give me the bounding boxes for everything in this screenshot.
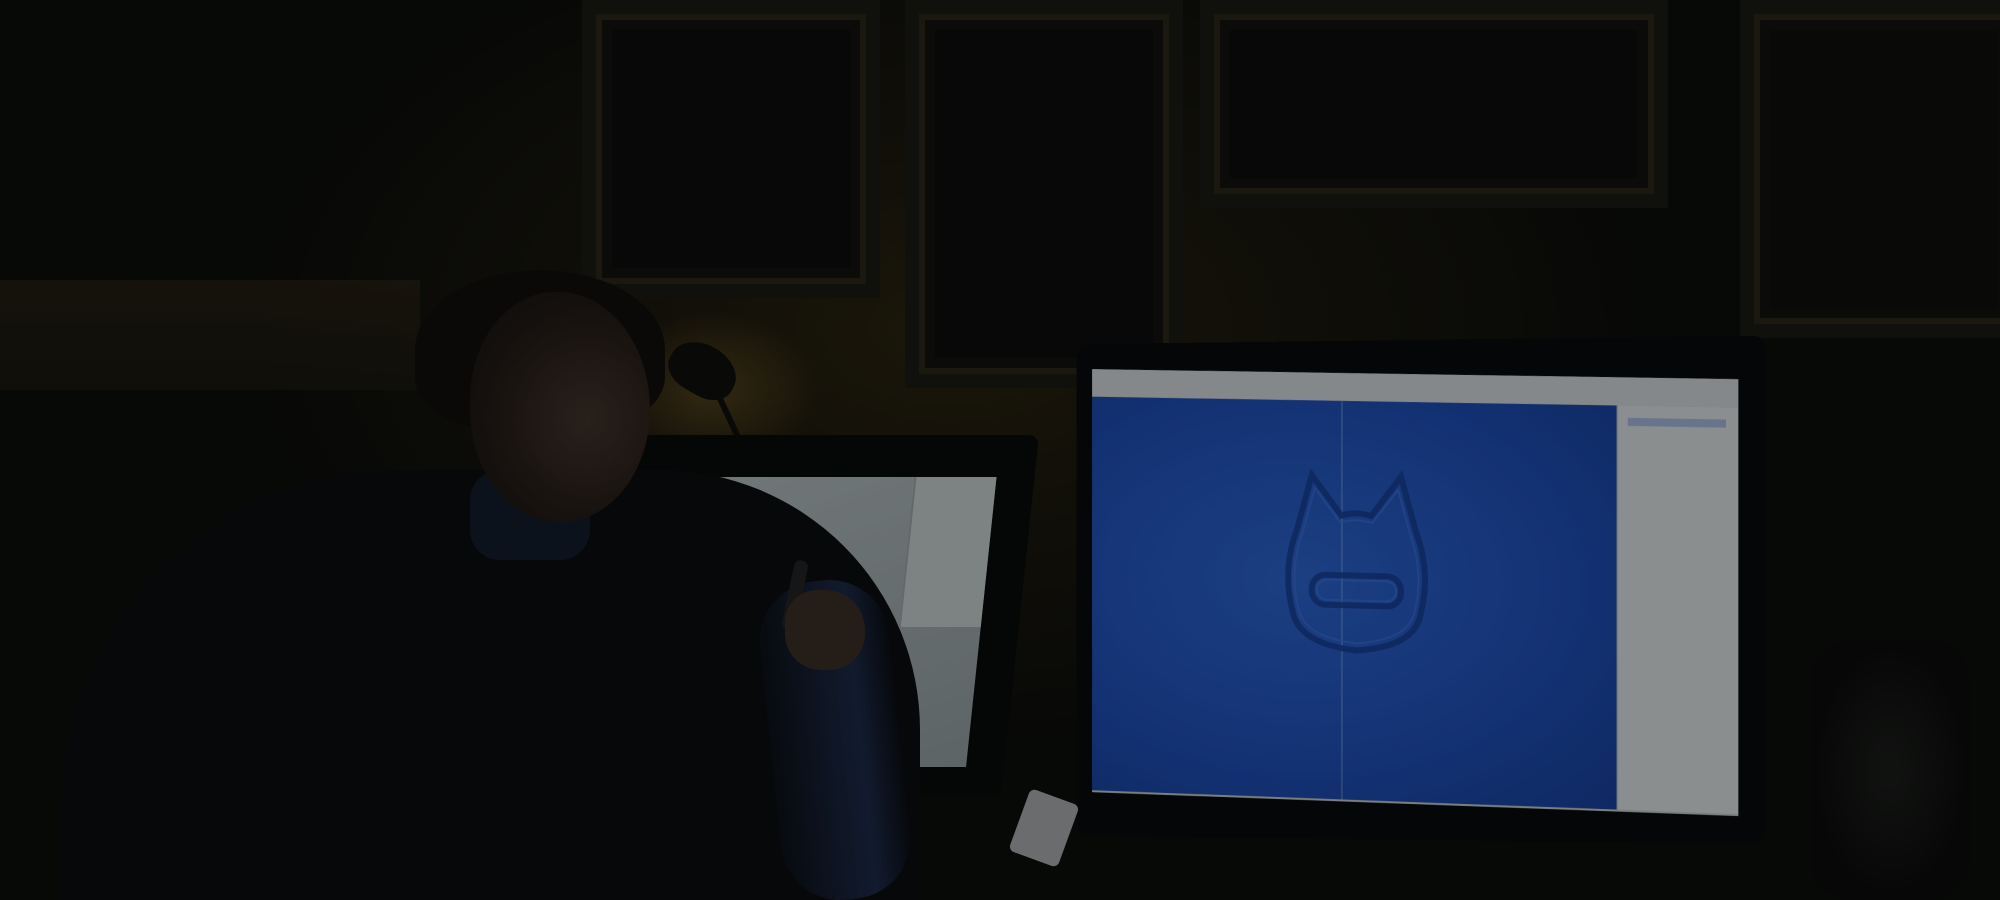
wall-cabinet (1740, 0, 2000, 338)
person-head (470, 292, 650, 522)
wall-shelf (0, 280, 420, 390)
photo-scene (0, 0, 2000, 900)
panel-selection-bar (1627, 417, 1727, 428)
wall-picture-frame (1200, 0, 1668, 208)
monitor-screen (1092, 369, 1739, 817)
usb-device (1008, 788, 1080, 868)
tablet-side-panel (898, 477, 997, 627)
properties-panel (1616, 405, 1739, 815)
cat-face-outline-icon (1267, 459, 1446, 663)
speaker-icon (1810, 640, 1970, 900)
desktop-monitor (1076, 335, 1766, 845)
wall-picture-frame (582, 0, 880, 298)
person-hand (785, 590, 865, 670)
design-canvas (1092, 396, 1618, 810)
wall-picture-frame (905, 0, 1183, 388)
